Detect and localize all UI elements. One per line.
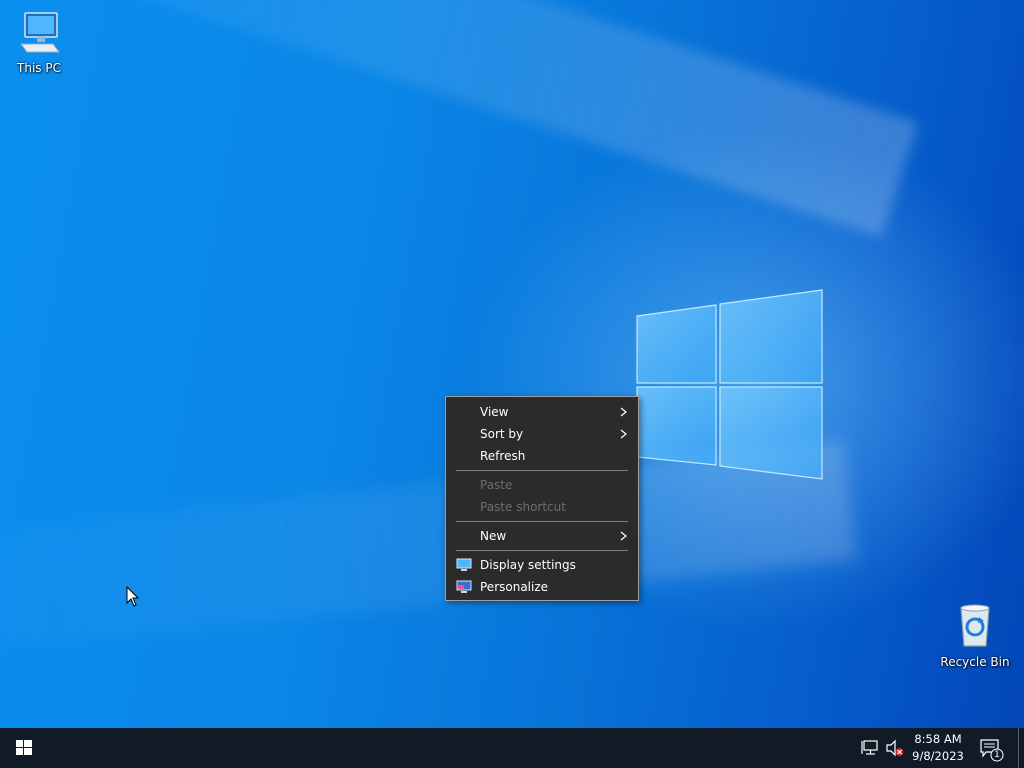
menu-item-label: Paste shortcut <box>480 500 566 514</box>
menu-item-label: Refresh <box>480 449 526 463</box>
menu-item-label: Personalize <box>480 580 549 594</box>
computer-icon <box>20 12 60 53</box>
clock-date: 9/8/2023 <box>912 749 964 763</box>
menu-item-personalize[interactable]: Personalize <box>446 576 638 598</box>
volume-muted-icon[interactable] <box>885 738 905 758</box>
menu-item-label: New <box>480 529 507 543</box>
taskbar: 8:58 AM 9/8/2023 1 <box>0 728 1024 768</box>
light-beam <box>0 0 919 238</box>
chevron-right-icon <box>620 429 627 439</box>
action-center-button[interactable]: 1 <box>978 736 1004 762</box>
mouse-cursor-icon <box>126 586 140 607</box>
personalize-icon <box>456 580 472 593</box>
menu-item-new[interactable]: New <box>446 525 638 547</box>
recycle-bin-label: Recycle Bin <box>940 655 1010 669</box>
menu-item-paste: Paste <box>446 474 638 496</box>
notification-count: 1 <box>994 750 1000 760</box>
this-pc-label: This PC <box>17 61 61 75</box>
this-pc-desktop-icon[interactable]: This PC <box>4 8 74 75</box>
menu-item-label: Sort by <box>480 427 524 441</box>
menu-separator <box>456 550 628 551</box>
windows-logo-icon[interactable] <box>0 728 48 768</box>
recycle-bin-icon <box>960 604 990 647</box>
menu-item-label: Paste <box>480 478 513 492</box>
menu-item-label: Display settings <box>480 558 576 572</box>
show-desktop-button[interactable] <box>1018 728 1019 768</box>
chevron-right-icon <box>620 531 627 541</box>
desktop-context-menu: View Sort by Refresh Paste Paste shortcu… <box>445 396 639 601</box>
system-clock[interactable]: 8:58 AM 9/8/2023 <box>906 731 970 765</box>
menu-item-display-settings[interactable]: Display settings <box>446 554 638 576</box>
windows-logo-wallpaper <box>636 289 823 480</box>
clock-time: 8:58 AM <box>914 732 962 746</box>
recycle-bin-desktop-icon[interactable]: Recycle Bin <box>940 602 1010 669</box>
desktop[interactable]: This PC Recycle Bin View Sort by Refresh… <box>0 0 1024 728</box>
chevron-right-icon <box>620 407 627 417</box>
menu-item-paste-shortcut: Paste shortcut <box>446 496 638 518</box>
menu-item-sort-by[interactable]: Sort by <box>446 423 638 445</box>
menu-separator <box>456 470 628 471</box>
menu-separator <box>456 521 628 522</box>
menu-item-label: View <box>480 405 509 419</box>
display-settings-icon <box>456 558 472 571</box>
menu-item-refresh[interactable]: Refresh <box>446 445 638 467</box>
network-icon[interactable] <box>861 738 881 758</box>
menu-item-view[interactable]: View <box>446 401 638 423</box>
